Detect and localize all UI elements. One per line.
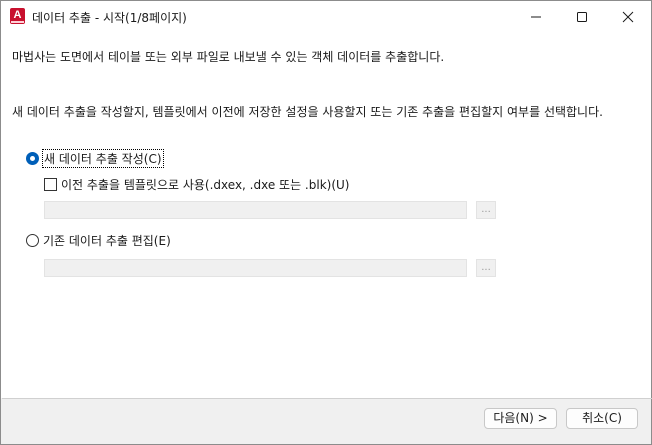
footer-divider <box>2 398 652 399</box>
radio-edit-extraction-label: 기존 데이터 추출 편집(E) <box>43 234 171 248</box>
radio-new-extraction[interactable]: 새 데이터 추출 작성(C) <box>26 149 164 168</box>
intro-text: 마법사는 도면에서 테이블 또는 외부 파일로 내보낼 수 있는 객체 데이터를… <box>12 50 445 64</box>
edit-path-input[interactable] <box>44 259 467 277</box>
minimize-icon <box>531 16 541 17</box>
radio-button-selected[interactable] <box>26 152 39 165</box>
next-button[interactable]: 다음(N) > <box>484 408 557 429</box>
checkbox-use-template[interactable]: 이전 추출을 템플릿으로 사용(.dxex, .dxe 또는 .blk)(U) <box>44 176 349 193</box>
radio-edit-extraction[interactable]: 기존 데이터 추출 편집(E) <box>26 232 171 249</box>
radio-new-extraction-label: 새 데이터 추출 작성(C) <box>42 149 164 168</box>
maximize-button[interactable] <box>559 1 605 32</box>
window-title: 데이터 추출 - 시작(1/8페이지) <box>32 11 187 25</box>
autocad-app-icon: A <box>10 8 25 24</box>
data-extraction-dialog: A 데이터 추출 - 시작(1/8페이지) 마법사는 도면에서 테이블 또는 외… <box>0 0 652 445</box>
wizard-content: 마법사는 도면에서 테이블 또는 외부 파일로 내보낼 수 있는 객체 데이터를… <box>1 32 651 398</box>
title-bar: A 데이터 추출 - 시작(1/8페이지) <box>1 1 651 32</box>
edit-browse-button[interactable]: ... <box>476 259 496 277</box>
template-path-input[interactable] <box>44 201 467 219</box>
question-text: 새 데이터 추출을 작성할지, 템플릿에서 이전에 저장한 설정을 사용할지 또… <box>12 105 603 119</box>
minimize-button[interactable] <box>513 1 559 32</box>
cancel-button[interactable]: 취소(C) <box>566 408 638 429</box>
close-button[interactable] <box>605 1 651 32</box>
checkbox-box[interactable] <box>44 178 57 191</box>
checkbox-use-template-label: 이전 추출을 템플릿으로 사용(.dxex, .dxe 또는 .blk)(U) <box>61 178 350 192</box>
template-browse-button[interactable]: ... <box>476 201 496 219</box>
maximize-icon <box>577 11 587 22</box>
close-icon <box>622 11 634 22</box>
radio-button-unselected[interactable] <box>26 234 39 247</box>
app-icon-letter: A <box>13 9 22 21</box>
